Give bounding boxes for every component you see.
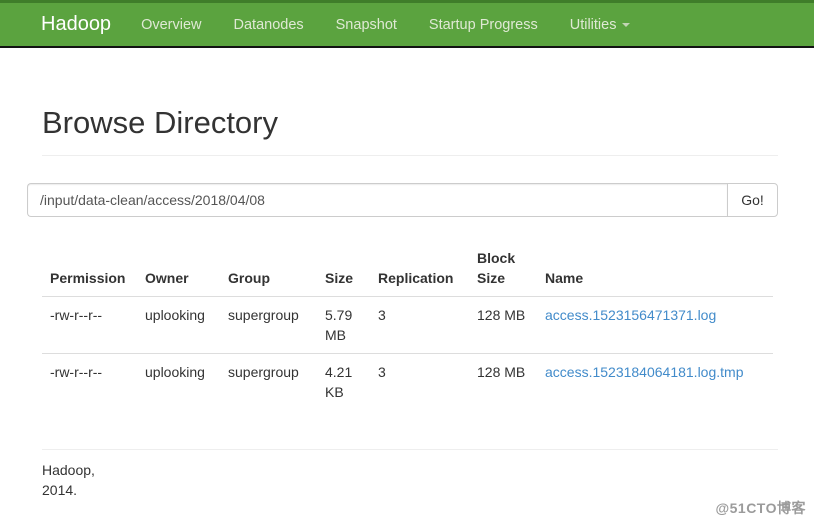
file-link[interactable]: access.1523184064181.log.tmp [545, 364, 743, 380]
col-header-group: Group [220, 240, 317, 297]
cell-replication: 3 [370, 354, 469, 411]
col-header-name: Name [537, 240, 773, 297]
brand-hadoop[interactable]: Hadoop [41, 13, 111, 36]
nav-item-utilities[interactable]: Utilities [554, 3, 647, 46]
cell-owner: uplooking [137, 354, 220, 411]
cell-block-size: 128 MB [469, 354, 537, 411]
directory-path-input[interactable] [27, 183, 727, 217]
nav-item-overview[interactable]: Overview [125, 3, 217, 46]
cell-permission: -rw-r--r-- [42, 297, 137, 354]
col-header-owner: Owner [137, 240, 220, 297]
col-header-block-size: Block Size [469, 240, 537, 297]
table-row: -rw-r--r-- uplooking supergroup 4.21 KB … [42, 354, 773, 411]
navbar-menu: Overview Datanodes Snapshot Startup Prog… [125, 3, 646, 46]
watermark: @51CTO博客 [715, 498, 806, 518]
title-divider [42, 155, 778, 156]
chevron-down-icon [622, 23, 630, 27]
nav-item-startup-progress[interactable]: Startup Progress [413, 3, 554, 46]
cell-size: 4.21 KB [317, 354, 370, 411]
cell-size: 5.79 MB [317, 297, 370, 354]
page-title: Browse Directory [42, 105, 778, 141]
col-header-permission: Permission [42, 240, 137, 297]
cell-permission: -rw-r--r-- [42, 354, 137, 411]
cell-group: supergroup [220, 354, 317, 411]
table-row: -rw-r--r-- uplooking supergroup 5.79 MB … [42, 297, 773, 354]
top-navbar: Hadoop Overview Datanodes Snapshot Start… [0, 0, 814, 48]
main-content: Browse Directory Go! Permission Owner Gr… [0, 105, 814, 501]
nav-item-datanodes[interactable]: Datanodes [218, 3, 320, 46]
path-bar: Go! [27, 183, 778, 217]
footer-text: Hadoop, 2014. [42, 460, 114, 501]
cell-group: supergroup [220, 297, 317, 354]
col-header-replication: Replication [370, 240, 469, 297]
cell-block-size: 128 MB [469, 297, 537, 354]
footer-divider [42, 449, 778, 450]
nav-item-snapshot[interactable]: Snapshot [320, 3, 413, 46]
cell-name: access.1523156471371.log [537, 297, 773, 354]
nav-item-utilities-label: Utilities [570, 17, 617, 33]
file-link[interactable]: access.1523156471371.log [545, 307, 716, 323]
go-button[interactable]: Go! [727, 183, 778, 217]
table-header-row: Permission Owner Group Size Replication … [42, 240, 773, 297]
cell-owner: uplooking [137, 297, 220, 354]
cell-replication: 3 [370, 297, 469, 354]
col-header-size: Size [317, 240, 370, 297]
cell-name: access.1523184064181.log.tmp [537, 354, 773, 411]
directory-listing-table: Permission Owner Group Size Replication … [42, 240, 773, 410]
